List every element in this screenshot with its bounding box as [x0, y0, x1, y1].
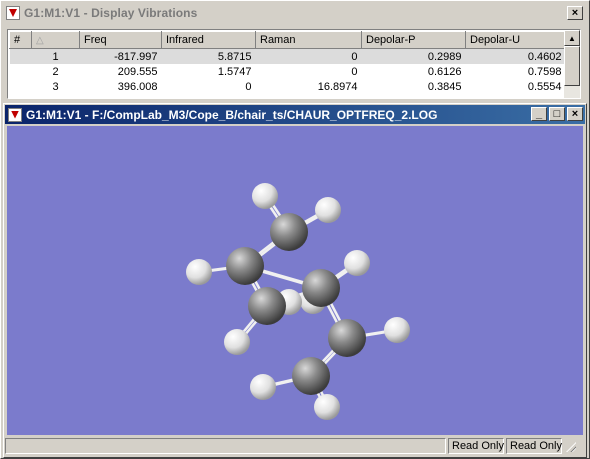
- carbon-atom[interactable]: [270, 213, 308, 251]
- gaussview-app-icon: [6, 6, 20, 20]
- cell-depolar-p: 0.3845: [427, 80, 462, 93]
- cell-freq: 209.555: [117, 65, 158, 78]
- hydrogen-atom[interactable]: [250, 374, 276, 400]
- hydrogen-atom[interactable]: [315, 197, 341, 223]
- scroll-thumb[interactable]: [564, 46, 580, 86]
- col-header-sort[interactable]: △: [31, 31, 80, 49]
- cell-freq: -817.997: [79, 48, 162, 64]
- cell-depolar-u: 0.4602: [465, 48, 566, 64]
- col-header-depolar-p[interactable]: Depolar-P: [361, 31, 466, 49]
- hydrogen-atom[interactable]: [314, 394, 340, 420]
- cell-infrared: 5.8715: [161, 48, 256, 64]
- carbon-atom[interactable]: [226, 247, 264, 285]
- cell-raman: 16.8974: [317, 80, 358, 93]
- carbon-atom[interactable]: [292, 357, 330, 395]
- hydrogen-atom[interactable]: [344, 250, 370, 276]
- gaussview-app-icon: [8, 107, 22, 122]
- vibrations-close-button[interactable]: ×: [567, 6, 583, 20]
- cell-depolar-p: 0.2989: [361, 48, 466, 64]
- close-button[interactable]: ×: [567, 107, 583, 121]
- vibrations-window-title: G1:M1:V1 - Display Vibrations: [24, 6, 198, 20]
- scroll-up-arrow-icon[interactable]: ▲: [564, 30, 580, 46]
- vibrations-table-container: # △ Freq Infrared Raman Depolar-P Depola…: [7, 29, 581, 99]
- minimize-button[interactable]: _: [531, 107, 547, 121]
- cell-depolar-p: 0.6126: [427, 65, 462, 78]
- cell-raman: 0: [351, 65, 358, 78]
- molecule-viewport[interactable]: [7, 126, 583, 435]
- display-vibrations-window: G1:M1:V1 - Display Vibrations × # △ Freq…: [0, 0, 590, 459]
- vibrations-table: # △ Freq Infrared Raman Depolar-P Depola…: [9, 31, 566, 94]
- hydrogen-atom[interactable]: [186, 259, 212, 285]
- cell-freq: 396.008: [117, 80, 158, 93]
- table-vertical-scrollbar[interactable]: ▲: [564, 30, 580, 98]
- vibrations-titlebar[interactable]: G1:M1:V1 - Display Vibrations ×: [3, 3, 587, 23]
- cell-infrared: 1.5747: [217, 65, 252, 78]
- carbon-atom[interactable]: [248, 287, 286, 325]
- table-row[interactable]: 2 209.555 1.5747 0 0.6126 0.7598: [10, 64, 566, 79]
- cell-raman: 0: [255, 48, 362, 64]
- cell-index: 2: [52, 65, 59, 78]
- cell-index: 3: [52, 80, 59, 93]
- maximize-button[interactable]: □: [549, 107, 565, 121]
- table-row[interactable]: 3 396.008 0 16.8974 0.3845 0.5554: [10, 79, 566, 94]
- status-bar: Read Only Read Only: [5, 438, 585, 456]
- hydrogen-atom[interactable]: [252, 183, 278, 209]
- table-header-row: # △ Freq Infrared Raman Depolar-P Depola…: [9, 31, 566, 49]
- carbon-atom[interactable]: [328, 319, 366, 357]
- molecule-view-window: G1:M1:V1 - F:/CompLab_M3/Cope_B/chair_ts…: [3, 103, 587, 458]
- cell-depolar-u: 0.7598: [527, 65, 562, 78]
- col-header-raman[interactable]: Raman: [255, 31, 362, 49]
- molecule-atoms: [186, 183, 410, 420]
- cell-index: 1: [31, 48, 80, 64]
- col-header-infrared[interactable]: Infrared: [161, 31, 256, 49]
- molecule-view-titlebar[interactable]: G1:M1:V1 - F:/CompLab_M3/Cope_B/chair_ts…: [5, 105, 585, 124]
- status-read-only-panel: Read Only: [448, 438, 504, 454]
- molecule-3d-render[interactable]: [7, 126, 583, 435]
- status-message-panel: [5, 438, 446, 454]
- cell-depolar-u: 0.5554: [527, 80, 562, 93]
- status-read-only-panel-2: Read Only: [506, 438, 562, 454]
- cell-infrared: 0: [245, 80, 252, 93]
- col-header-index[interactable]: #: [9, 31, 32, 49]
- col-header-freq[interactable]: Freq: [79, 31, 162, 49]
- col-header-depolar-u[interactable]: Depolar-U: [465, 31, 566, 49]
- carbon-atom[interactable]: [302, 269, 340, 307]
- table-row[interactable]: 1 -817.997 5.8715 0 0.2989 0.4602: [9, 48, 566, 64]
- hydrogen-atom[interactable]: [384, 317, 410, 343]
- hydrogen-atom[interactable]: [224, 329, 250, 355]
- molecule-view-title: G1:M1:V1 - F:/CompLab_M3/Cope_B/chair_ts…: [26, 107, 438, 122]
- resize-grip-icon[interactable]: [564, 438, 578, 454]
